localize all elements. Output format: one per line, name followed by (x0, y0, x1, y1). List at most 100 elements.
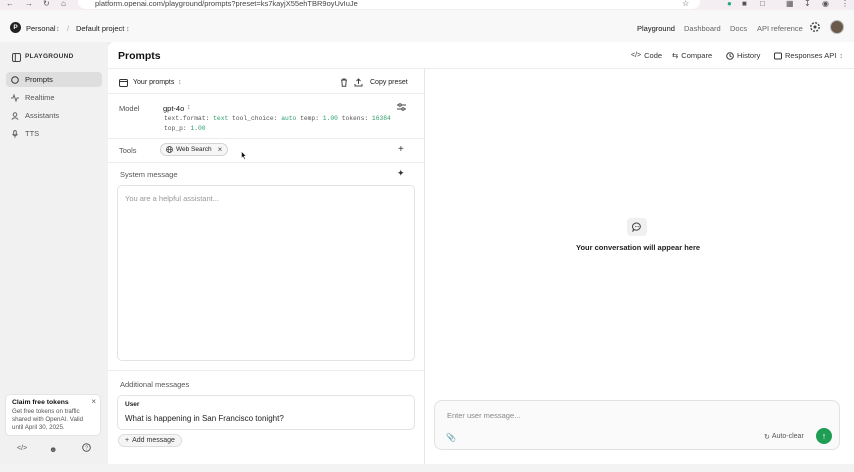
chevron-updown-icon: ↕ (178, 79, 182, 86)
sidebar-item-prompts[interactable]: Prompts (6, 72, 102, 87)
add-message-button[interactable]: + Add message (118, 434, 182, 447)
download-icon[interactable]: ↧ (804, 0, 811, 9)
sidebar-item-label: Realtime (25, 93, 55, 102)
system-message-input[interactable]: You are a helpful assistant... (117, 185, 415, 361)
chevron-updown-icon: ↕ (126, 24, 130, 33)
promo-body: Get free tokens on traffic shared with O… (12, 408, 84, 432)
chat-input-placeholder[interactable]: Enter user message... (447, 411, 520, 420)
sliders-icon[interactable] (397, 103, 406, 111)
assistants-icon (11, 111, 19, 120)
settings-gear-icon[interactable] (809, 21, 821, 33)
nav-docs[interactable]: Docs (730, 24, 747, 33)
help-icon[interactable]: ? (82, 443, 91, 452)
section-divider (108, 370, 424, 371)
dock-strip (0, 464, 854, 472)
message-text[interactable]: What is happening in San Francisco tonig… (125, 414, 284, 423)
close-icon[interactable]: × (91, 397, 96, 406)
model-params-line-1: text.format: text tool_choice: auto temp… (164, 115, 391, 122)
sidebar-toggle-icon[interactable] (12, 53, 21, 62)
reload-icon[interactable]: ↻ (43, 0, 50, 9)
org-avatar[interactable]: P (10, 22, 21, 33)
nav-api-reference[interactable]: API reference (757, 24, 803, 33)
chevron-updown-icon: ↕ (187, 104, 191, 111)
mic-icon (11, 129, 19, 138)
profile-icon[interactable]: ◉ (822, 0, 829, 9)
param-value: 1.00 (322, 115, 338, 122)
promo-title: Claim free tokens (12, 399, 69, 406)
upload-icon[interactable] (354, 78, 363, 87)
page-title: Prompts (118, 50, 161, 62)
chat-bubble-icon (627, 218, 647, 236)
extensions-icon[interactable]: □ (760, 0, 765, 9)
code-label: Code (644, 51, 663, 60)
section-divider (108, 162, 424, 163)
users-icon[interactable]: ☻ (49, 445, 57, 454)
system-message-label: System message (120, 170, 178, 179)
sparkle-icon[interactable]: ✦ (397, 168, 405, 179)
plus-icon: + (125, 437, 130, 444)
auto-clear-toggle[interactable]: ↻ Auto-clear (764, 433, 804, 441)
sidebar-item-label: Assistants (25, 111, 60, 120)
extensions-icon[interactable]: ■ (742, 0, 747, 9)
back-icon[interactable]: ← (6, 0, 14, 9)
model-label: Model (119, 104, 140, 113)
compare-button[interactable]: ⇆ Compare (672, 51, 712, 60)
sidebar-item-label: TTS (25, 129, 40, 138)
model-params-line-2: top_p: 1.00 (164, 125, 206, 132)
additional-messages-label: Additional messages (120, 380, 190, 389)
api-icon (774, 52, 782, 60)
extensions-icon[interactable]: ● (727, 0, 732, 9)
nav-dashboard[interactable]: Dashboard (684, 24, 721, 33)
breadcrumb-separator: / (67, 24, 70, 33)
code-button[interactable]: </> Code (631, 51, 662, 60)
sidebar-item-assistants[interactable]: Assistants (6, 108, 102, 123)
menu-icon[interactable]: ⋮ (841, 0, 849, 9)
chevron-updown-icon: ↕ (56, 24, 60, 33)
browser-toolbar: ← → ↻ ⌂ platform.openai.com/playground/p… (0, 0, 854, 10)
history-button[interactable]: History (726, 51, 760, 60)
tools-label: Tools (119, 146, 137, 155)
chat-input-box[interactable]: Enter user message... 📎 ↻ Auto-clear (434, 400, 840, 450)
globe-icon (166, 146, 173, 153)
sidebar-item-tts[interactable]: TTS (6, 126, 102, 141)
top-navigation: P Personal ↕ / Default project ↕ Playgro… (0, 10, 854, 42)
model-selector[interactable]: gpt-4o (163, 104, 184, 113)
empty-conversation-text: Your conversation will appear here (576, 243, 701, 252)
user-message-card[interactable]: User What is happening in San Francisco … (117, 395, 415, 430)
compare-label: Compare (681, 51, 713, 60)
home-icon[interactable]: ⌂ (61, 0, 66, 9)
promo-card: Claim free tokens Get free tokens on tra… (5, 394, 101, 436)
add-message-label: Add message (132, 437, 175, 444)
remove-icon[interactable]: × (218, 145, 223, 154)
star-icon[interactable]: ☆ (682, 0, 689, 9)
attach-icon[interactable]: 📎 (446, 433, 456, 442)
section-divider (108, 138, 424, 139)
tool-chip-label: Web Search (176, 146, 212, 153)
refresh-icon: ↻ (764, 434, 770, 441)
user-avatar[interactable] (830, 20, 844, 34)
project-switcher[interactable]: Default project (76, 24, 124, 33)
param-key: temp: (300, 115, 319, 122)
sidebar-section-title: PLAYGROUND (25, 53, 74, 60)
trash-icon[interactable] (340, 78, 348, 87)
send-button[interactable]: ↑ (816, 428, 832, 444)
add-tool-icon[interactable]: + (398, 144, 404, 155)
forward-icon[interactable]: → (25, 0, 33, 9)
url-text[interactable]: platform.openai.com/playground/prompts?p… (95, 0, 358, 8)
extensions-icon[interactable]: ▦ (786, 0, 794, 9)
your-prompts-dropdown[interactable]: Your prompts (133, 79, 174, 86)
org-switcher[interactable]: Personal (26, 24, 56, 33)
history-label: History (737, 51, 761, 60)
copy-preset-button[interactable]: Copy preset (370, 79, 408, 86)
message-role[interactable]: User (125, 401, 139, 408)
param-key: tokens: (341, 115, 369, 122)
responses-api-button[interactable]: Responses API ↕ (774, 51, 843, 60)
param-value: auto (281, 115, 297, 122)
nav-playground[interactable]: Playground (637, 24, 675, 33)
web-search-chip[interactable]: Web Search × (160, 143, 229, 156)
param-key: top_p: (164, 125, 187, 132)
folder-icon (119, 78, 128, 87)
panel-divider (424, 68, 425, 464)
sidebar-item-realtime[interactable]: Realtime (6, 90, 102, 105)
code-icon[interactable]: </> (17, 445, 27, 452)
